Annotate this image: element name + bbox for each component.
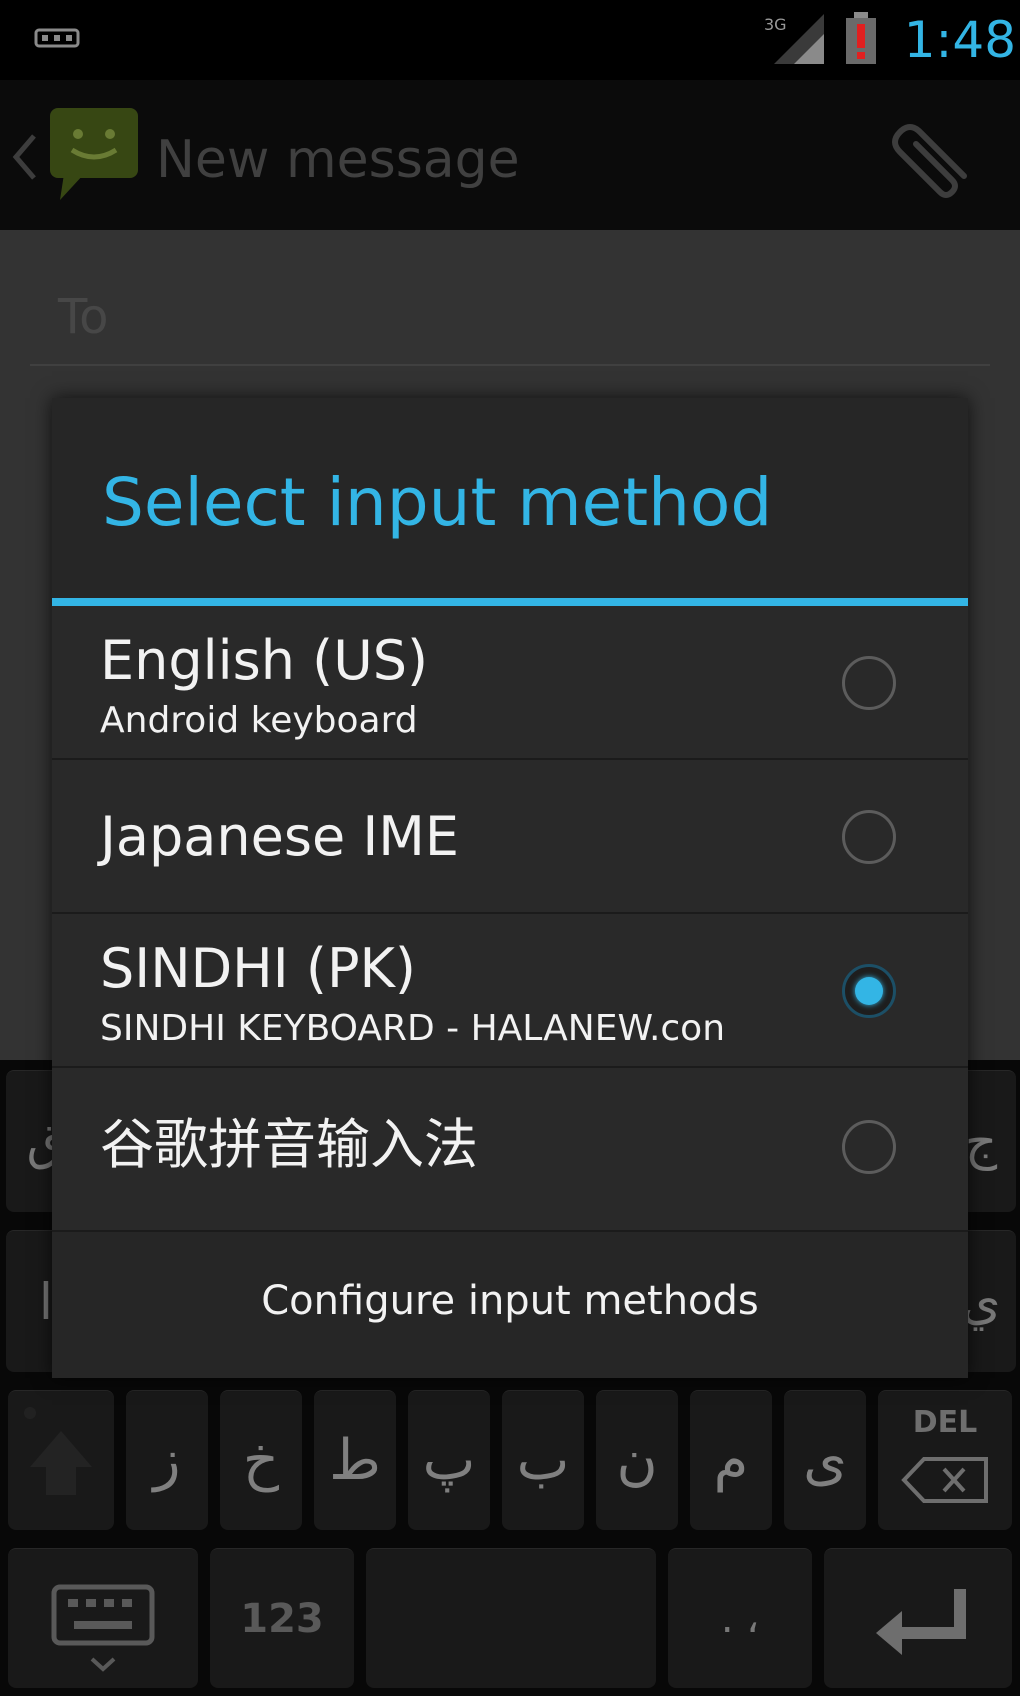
dialog-title: Select input method [102, 464, 773, 541]
configure-input-methods-label: Configure input methods [261, 1278, 759, 1324]
dialog-title-divider [52, 598, 968, 606]
network-type-label: 3G [764, 15, 787, 34]
notification-icon [34, 28, 80, 48]
option-japanese-ime[interactable]: Japanese IME [52, 760, 968, 914]
option-sindhi-pk[interactable]: SINDHI (PK) SINDHI KEYBOARD - HALANEW.co… [52, 914, 968, 1068]
radio-button[interactable] [842, 810, 896, 864]
status-time: 1:48 [903, 11, 1016, 69]
option-label: SINDHI (PK) [100, 937, 416, 1000]
option-label: English (US) [100, 629, 429, 692]
signal-3g-icon: 3G [764, 14, 824, 64]
option-google-pinyin[interactable]: 谷歌拼音输入法 [52, 1068, 968, 1232]
radio-button[interactable] [842, 1120, 896, 1174]
option-sublabel: SINDHI KEYBOARD - HALANEW.con [100, 1008, 726, 1049]
option-english-us[interactable]: English (US) Android keyboard [52, 606, 968, 760]
radio-selected-dot [855, 977, 883, 1005]
radio-button-selected[interactable] [842, 964, 896, 1018]
radio-button[interactable] [842, 656, 896, 710]
option-label: 谷歌拼音输入法 [100, 1113, 478, 1176]
option-label: Japanese IME [100, 805, 459, 868]
battery-alert-icon [846, 12, 876, 64]
option-sublabel: Android keyboard [100, 700, 418, 741]
